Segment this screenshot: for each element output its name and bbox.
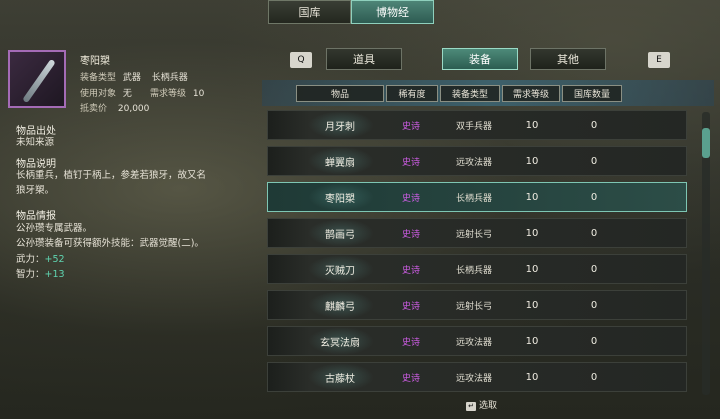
price-value: 20,000: [117, 104, 150, 114]
price-line: 抵卖价 20,000: [80, 101, 149, 114]
col-header-qty[interactable]: 国库数量: [562, 85, 622, 102]
req-cell: 10: [525, 371, 539, 383]
qty-cell: 0: [590, 299, 598, 311]
item-name-cell: 鹊画弓: [325, 229, 355, 241]
user-line: 使用对象 无: [80, 86, 132, 99]
info-text-1: 公孙瓒专属武器。: [16, 223, 93, 234]
list-item[interactable]: 蝉翼扇 史诗 远攻法器 10 0: [267, 146, 687, 176]
item-name-cell: 玄冥法扇: [320, 337, 360, 349]
stat-strength-label: 武力：: [16, 254, 45, 265]
rarity-cell: 史诗: [401, 301, 420, 312]
type-cell: 远攻法器: [455, 337, 492, 348]
item-name-cell: 蝉翼扇: [325, 157, 355, 169]
price-label: 抵卖价: [80, 104, 108, 114]
req-level-value: 10: [192, 89, 205, 99]
desc-text-1: 长柄重兵，植钉于柄上，参差若狼牙，故又名: [16, 170, 207, 181]
rarity-cell: 史诗: [401, 373, 420, 384]
list-item[interactable]: 古藤杖 史诗 远攻法器 10 0: [267, 362, 687, 392]
type-cell: 远攻法器: [455, 373, 492, 384]
prev-tab-key[interactable]: Q: [290, 52, 312, 68]
top-tab-bar: 国库 博物经: [268, 0, 434, 24]
req-cell: 10: [525, 119, 539, 131]
scroll-thumb[interactable]: [702, 128, 710, 158]
col-header-req[interactable]: 需求等级: [502, 85, 560, 102]
list-item[interactable]: 麒麟弓 史诗 远射长弓 10 0: [267, 290, 687, 320]
equip-type-label: 装备类型: [80, 73, 117, 83]
qty-cell: 0: [590, 119, 598, 131]
qty-cell: 0: [590, 155, 598, 167]
stat-strength-value: +52: [44, 254, 65, 265]
list-item[interactable]: 月牙刺 史诗 双手兵器 10 0: [267, 110, 687, 140]
type-cell: 远射长弓: [455, 301, 492, 312]
qty-cell: 0: [590, 263, 598, 275]
equip-type-line: 装备类型 武器 长柄兵器: [80, 70, 188, 83]
item-name-cell: 麒麟弓: [325, 301, 355, 313]
item-portrait: [8, 50, 66, 108]
desc-text-2: 狼牙槊。: [16, 185, 55, 196]
equip-type-value: 武器: [122, 73, 141, 83]
req-cell: 10: [525, 227, 539, 239]
origin-text: 未知来源: [16, 137, 55, 148]
type-cell: 双手兵器: [455, 121, 492, 132]
rarity-cell: 史诗: [401, 121, 420, 132]
subtab-other[interactable]: 其他: [530, 48, 606, 70]
list-item[interactable]: 玄冥法扇 史诗 远攻法器 10 0: [267, 326, 687, 356]
type-cell: 长柄兵器: [455, 265, 492, 276]
col-header-rarity[interactable]: 稀有度: [386, 85, 438, 102]
info-text-2: 公孙瓒装备可获得额外技能：武器觉醒(二)。: [16, 238, 204, 249]
item-name-cell: 灭贼刀: [325, 265, 355, 277]
item-name-cell: 月牙刺: [325, 121, 355, 133]
qty-cell: 0: [590, 191, 598, 203]
col-header-item[interactable]: 物品: [296, 85, 384, 102]
item-name: 枣阳槊: [80, 56, 110, 67]
req-level-label: 需求等级: [150, 89, 187, 99]
req-cell: 10: [525, 263, 539, 275]
item-name-cell: 古藤杖: [325, 373, 355, 385]
user-label: 使用对象: [80, 89, 117, 99]
stat-intellect-value: +13: [44, 269, 65, 280]
select-hint[interactable]: ↵ 选取: [466, 398, 497, 411]
subtab-equipment[interactable]: 装备: [442, 48, 518, 70]
req-cell: 10: [525, 155, 539, 167]
user-value: 无: [122, 89, 132, 99]
spear-icon: [22, 58, 56, 104]
col-header-type[interactable]: 装备类型: [440, 85, 500, 102]
req-level-line: 需求等级 10: [150, 86, 204, 99]
rarity-cell: 史诗: [401, 265, 420, 276]
stat-intellect: 智力：+13: [16, 267, 65, 282]
tab-treasury[interactable]: 国库: [268, 0, 351, 24]
req-cell: 10: [525, 299, 539, 311]
rarity-cell: 史诗: [401, 229, 420, 240]
rarity-cell: 史诗: [401, 193, 420, 204]
type-cell: 远射长弓: [455, 229, 492, 240]
list-item[interactable]: 鹊画弓 史诗 远射长弓 10 0: [267, 218, 687, 248]
rarity-cell: 史诗: [401, 337, 420, 348]
info-title: 物品情报: [16, 211, 56, 222]
type-cell: 长柄兵器: [455, 193, 492, 204]
list-item-selected[interactable]: 枣阳槊 史诗 长柄兵器 10 0: [267, 182, 687, 212]
list-item[interactable]: 灭贼刀 史诗 长柄兵器 10 0: [267, 254, 687, 284]
req-cell: 10: [525, 191, 539, 203]
select-hint-label: 选取: [479, 401, 498, 411]
enter-key-icon: ↵: [466, 402, 476, 411]
type-cell: 远攻法器: [455, 157, 492, 168]
item-list: 月牙刺 史诗 双手兵器 10 0 蝉翼扇 史诗 远攻法器 10 0 枣阳槊 史诗…: [267, 110, 687, 395]
stat-strength: 武力：+52: [16, 252, 65, 267]
qty-cell: 0: [590, 335, 598, 347]
item-name-cell: 枣阳槊: [325, 193, 355, 205]
tab-encyclopedia[interactable]: 博物经: [351, 0, 434, 24]
next-tab-key[interactable]: E: [648, 52, 670, 68]
qty-cell: 0: [590, 371, 598, 383]
stat-intellect-label: 智力：: [16, 269, 45, 280]
equip-subtype: 长柄兵器: [151, 73, 188, 83]
subtab-items[interactable]: 道具: [326, 48, 402, 70]
req-cell: 10: [525, 335, 539, 347]
qty-cell: 0: [590, 227, 598, 239]
rarity-cell: 史诗: [401, 157, 420, 168]
